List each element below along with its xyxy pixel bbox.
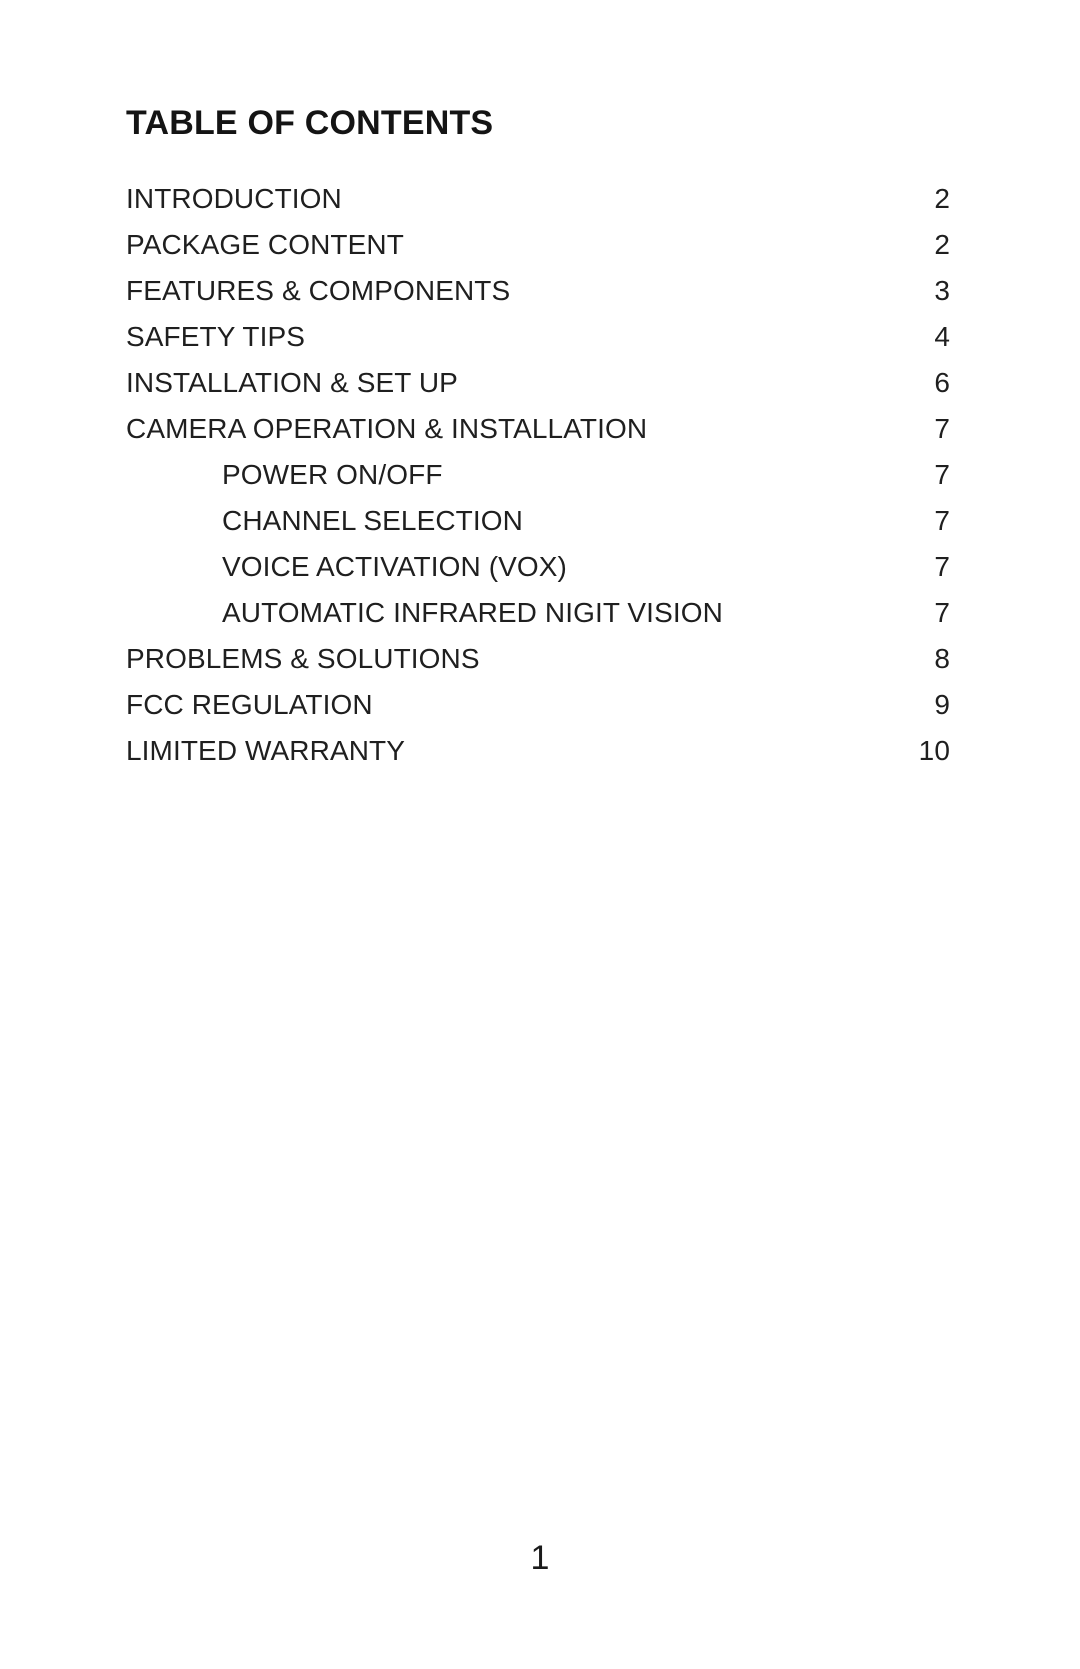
toc-content: TABLE OF CONTENTS INTRODUCTION 2 PACKAGE C… <box>126 104 950 783</box>
toc-entry-label: VOICE ACTIVATION (VOX) <box>222 551 567 583</box>
toc-entry[interactable]: PROBLEMS & SOLUTIONS 8 <box>126 645 950 691</box>
page-title: TABLE OF CONTENTS <box>126 104 494 142</box>
toc-entry-label: INSTALLATION & SET UP <box>126 367 458 399</box>
toc-entry[interactable]: CHANNEL SELECTION 7 <box>126 507 950 553</box>
toc-entry-label: PROBLEMS & SOLUTIONS <box>126 643 480 675</box>
toc-entry[interactable]: FCC REGULATION 9 <box>126 691 950 737</box>
toc-entry-label: INTRODUCTION <box>126 183 342 215</box>
toc-entry-page-number: 7 <box>934 459 950 491</box>
toc-entry-page-number: 6 <box>934 367 950 399</box>
toc-entry[interactable]: PACKAGE CONTENT 2 <box>126 231 950 277</box>
toc-entry[interactable]: FEATURES & COMPONENTS 3 <box>126 277 950 323</box>
toc-entry-page-number: 7 <box>934 551 950 583</box>
toc-entry-page-number: 2 <box>934 229 950 261</box>
toc-entry-label: SAFETY TIPS <box>126 321 306 353</box>
toc-entry[interactable]: VOICE ACTIVATION (VOX) 7 <box>126 553 950 599</box>
toc-entry-label: POWER ON/OFF <box>222 459 443 491</box>
toc-entry[interactable]: INTRODUCTION 2 <box>126 185 950 231</box>
toc-entry-label: AUTOMATIC INFRARED NIGIT VISION <box>222 597 723 629</box>
toc-entry-page-number: 7 <box>934 505 950 537</box>
toc-entry[interactable]: LIMITED WARRANTY 10 <box>126 737 950 783</box>
toc-entry-page-number: 8 <box>934 643 950 675</box>
toc-entry-page-number: 4 <box>934 321 950 353</box>
toc-entry[interactable]: CAMERA OPERATION & INSTALLATION 7 <box>126 415 950 461</box>
toc-entry-page-number: 7 <box>934 597 950 629</box>
toc-entry-label: PACKAGE CONTENT <box>126 229 404 261</box>
toc-entry-page-number: 9 <box>934 689 950 721</box>
toc-entry-label: CAMERA OPERATION & INSTALLATION <box>126 413 648 445</box>
toc-entry-label: FEATURES & COMPONENTS <box>126 275 511 307</box>
toc-entry-label: CHANNEL SELECTION <box>222 505 523 537</box>
toc-entry[interactable]: INSTALLATION & SET UP 6 <box>126 369 950 415</box>
toc-entry-page-number: 2 <box>934 183 950 215</box>
toc-entry-label: FCC REGULATION <box>126 689 373 721</box>
toc-entry-label: LIMITED WARRANTY <box>126 735 406 767</box>
footer-page-number: 1 <box>530 1539 550 1577</box>
document-page: TABLE OF CONTENTS INTRODUCTION 2 PACKAGE C… <box>0 0 1080 1669</box>
toc-entry-page-number: 3 <box>934 275 950 307</box>
toc-entry-page-number: 10 <box>918 735 950 767</box>
toc-entry[interactable]: POWER ON/OFF 7 <box>126 461 950 507</box>
table-of-contents-list: INTRODUCTION 2 PACKAGE CONTENT 2 FEATURES & … <box>126 185 950 783</box>
toc-entry[interactable]: SAFETY TIPS 4 <box>126 323 950 369</box>
toc-entry-page-number: 7 <box>934 413 950 445</box>
toc-entry[interactable]: AUTOMATIC INFRARED NIGIT VISION 7 <box>126 599 950 645</box>
